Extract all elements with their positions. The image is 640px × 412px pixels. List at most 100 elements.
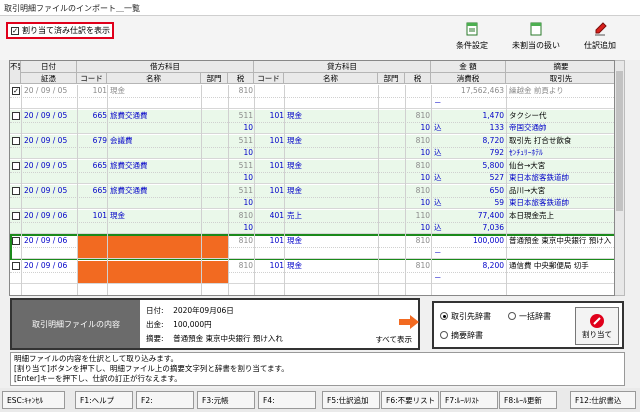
detail-out-value: 100,000円	[173, 320, 212, 329]
row-debit-code: 665	[92, 161, 107, 170]
unassigned-handling-label: 未割当の扱い	[512, 41, 560, 50]
row-debit-tax: 511	[238, 136, 253, 145]
f6-unneeded-list-button[interactable]: F6:不要リスト	[381, 391, 439, 409]
esc-cancel-button[interactable]: ESC:ｷｬﾝｾﾙ	[2, 391, 65, 409]
header-date: 日付	[21, 61, 77, 73]
row-credit-code: 401	[269, 211, 284, 220]
summary-dict-option[interactable]: 摘要辞書	[440, 330, 483, 341]
add-entry-button[interactable]: 仕訳追加	[584, 21, 616, 57]
header-summary: 摘要	[506, 61, 614, 73]
table-row[interactable]: 20 / 09 / 06 101 現金 810 401 売上 110 77,400 本日現金売上…	[10, 210, 614, 234]
grid-column-line	[228, 85, 229, 295]
f1-help-button[interactable]: F1:ヘルプ	[75, 391, 133, 409]
row-sub-tax: 10	[243, 148, 253, 157]
header-debit-name: 名称	[107, 73, 201, 84]
row-debit-tax: 511	[238, 186, 253, 195]
table-row[interactable]: 20 / 09 / 05 665 旅費交通費 511 101 現金 810 650 品川→大宮 1…	[10, 185, 614, 209]
row-credit-code: 101	[269, 186, 284, 195]
radio-icon[interactable]	[440, 331, 448, 339]
row-unneeded-checkbox[interactable]	[12, 112, 20, 120]
row-sub-tax: 10	[243, 123, 253, 132]
row-tax-mark: －	[434, 98, 442, 107]
row-sub-line	[10, 222, 614, 234]
row-amount: 17,562,463	[461, 86, 504, 95]
row-amount: 8,200	[482, 261, 504, 270]
row-tax-mark: 込	[434, 148, 442, 157]
row-credit-code: 101	[269, 136, 284, 145]
table-row[interactable]: 20 / 09 / 05 665 旅費交通費 511 101 現金 810 1,470 タクシー…	[10, 110, 614, 134]
assign-label: 割り当て	[582, 329, 612, 339]
grid-column-line	[201, 85, 202, 295]
row-debit-name: 旅費交通費	[110, 111, 148, 120]
detail-summary-value: 普通預金 東京中央銀行 預け入れ	[173, 334, 283, 343]
table-row[interactable]: ✓ 20 / 09 / 05 101 現金 810 17,562,463 繰越金 前頁より －	[10, 85, 614, 109]
row-debit-code: 665	[92, 111, 107, 120]
table-row[interactable]: 20 / 09 / 06 810 101 現金 810 100,000 普通預金 東京中央銀…	[10, 235, 614, 259]
row-date: 20 / 09 / 05	[24, 86, 68, 95]
grid-column-line	[284, 85, 285, 295]
header-amount: 金 額	[431, 61, 506, 73]
show-assigned-checkbox[interactable]: ✓ 割り当て済み仕訳を表示	[6, 22, 114, 39]
row-debit-code: 101	[92, 86, 107, 95]
f5-add-entry-button[interactable]: F5:仕訳追加	[322, 391, 380, 409]
row-unneeded-checkbox[interactable]	[12, 137, 20, 145]
row-date: 20 / 09 / 05	[24, 111, 68, 120]
grid-scrollbar[interactable]	[615, 60, 625, 296]
document-icon	[530, 22, 542, 36]
partner-dict-option[interactable]: 取引先辞書	[440, 311, 491, 322]
row-debit-code: 679	[92, 136, 107, 145]
f8-rule-update-button[interactable]: F8:ﾙｰﾙ更新	[499, 391, 557, 409]
row-debit-code: 101	[92, 211, 107, 220]
f4-button[interactable]: F4:	[258, 391, 316, 409]
row-amount: 77,400	[477, 211, 504, 220]
f2-button[interactable]: F2:	[136, 391, 194, 409]
settings-doc-icon	[466, 22, 478, 36]
header-debit: 借方科目	[77, 61, 254, 73]
row-amount: 1,470	[482, 111, 504, 120]
header-debit-dept: 部門	[201, 73, 228, 84]
row-unneeded-checkbox[interactable]	[12, 262, 20, 270]
scrollbar-thumb[interactable]	[616, 71, 623, 211]
radio-icon[interactable]	[508, 312, 516, 320]
row-sub-credit-tax: 10	[420, 123, 430, 132]
radio-icon[interactable]	[440, 312, 448, 320]
condition-settings-button[interactable]: 条件設定	[456, 21, 488, 57]
row-debit-tax: 810	[238, 86, 253, 95]
unassigned-handling-button[interactable]: 未割当の扱い	[512, 21, 560, 57]
row-date: 20 / 09 / 05	[24, 161, 68, 170]
row-sub-tax: 10	[243, 173, 253, 182]
row-amount: 5,800	[482, 161, 504, 170]
row-unneeded-checkbox[interactable]: ✓	[12, 87, 20, 95]
f12-write-entry-button[interactable]: F12:仕訳書込	[570, 391, 636, 409]
f3-ledger-button[interactable]: F3:元帳	[197, 391, 255, 409]
show-all-link[interactable]: すべて表示	[375, 334, 412, 345]
row-unneeded-checkbox[interactable]	[12, 212, 20, 220]
row-debit-tax: 810	[238, 211, 253, 220]
row-summary: 普通預金 東京中央銀行 預け入	[509, 236, 612, 245]
message-line: [割り当て]ボタンを押下し、明細ファイル上の摘要文字列と辞書を割り当てます。	[14, 364, 289, 373]
row-summary: 仙台→大宮	[509, 161, 546, 170]
row-credit-name: 現金	[287, 261, 302, 270]
detail-panel: 取引明細ファイルの内容 日付: 2020年09月06日 出金: 100,000円…	[10, 298, 420, 350]
assign-button[interactable]: 割り当て	[575, 307, 619, 345]
table-row[interactable]: 20 / 09 / 06 810 101 現金 810 8,200 通信費 中央郵便局 切手…	[10, 260, 614, 284]
grid-column-line	[378, 85, 379, 295]
checkbox-box[interactable]: ✓	[11, 26, 19, 35]
row-credit-name: 現金	[287, 236, 302, 245]
row-summary: 繰越金 前頁より	[509, 86, 564, 95]
table-row[interactable]: 20 / 09 / 05 665 旅費交通費 511 101 現金 810 5,800 仙台→大…	[10, 160, 614, 184]
row-unneeded-checkbox[interactable]	[12, 237, 20, 245]
batch-dict-option[interactable]: 一括辞書	[508, 311, 551, 322]
arrow-right-icon	[399, 315, 419, 329]
detail-date-value: 2020年09月06日	[173, 306, 234, 315]
row-unneeded-checkbox[interactable]	[12, 187, 20, 195]
function-key-bar: ESC:ｷｬﾝｾﾙ F1:ヘルプ F2: F3:元帳 F4: F5:仕訳追加 F…	[0, 388, 640, 412]
table-row[interactable]: 20 / 09 / 05 679 会議費 511 101 現金 810 8,720 取引先 打合…	[10, 135, 614, 159]
row-debit-tax: 810	[238, 261, 253, 270]
row-credit-name: 現金	[287, 136, 302, 145]
row-credit-name: 現金	[287, 186, 302, 195]
f7-rule-list-button[interactable]: F7:ﾙｰﾙﾘｽﾄ	[440, 391, 498, 409]
detail-out-label: 出金:	[146, 320, 164, 329]
row-credit-name: 現金	[287, 161, 302, 170]
row-unneeded-checkbox[interactable]	[12, 162, 20, 170]
